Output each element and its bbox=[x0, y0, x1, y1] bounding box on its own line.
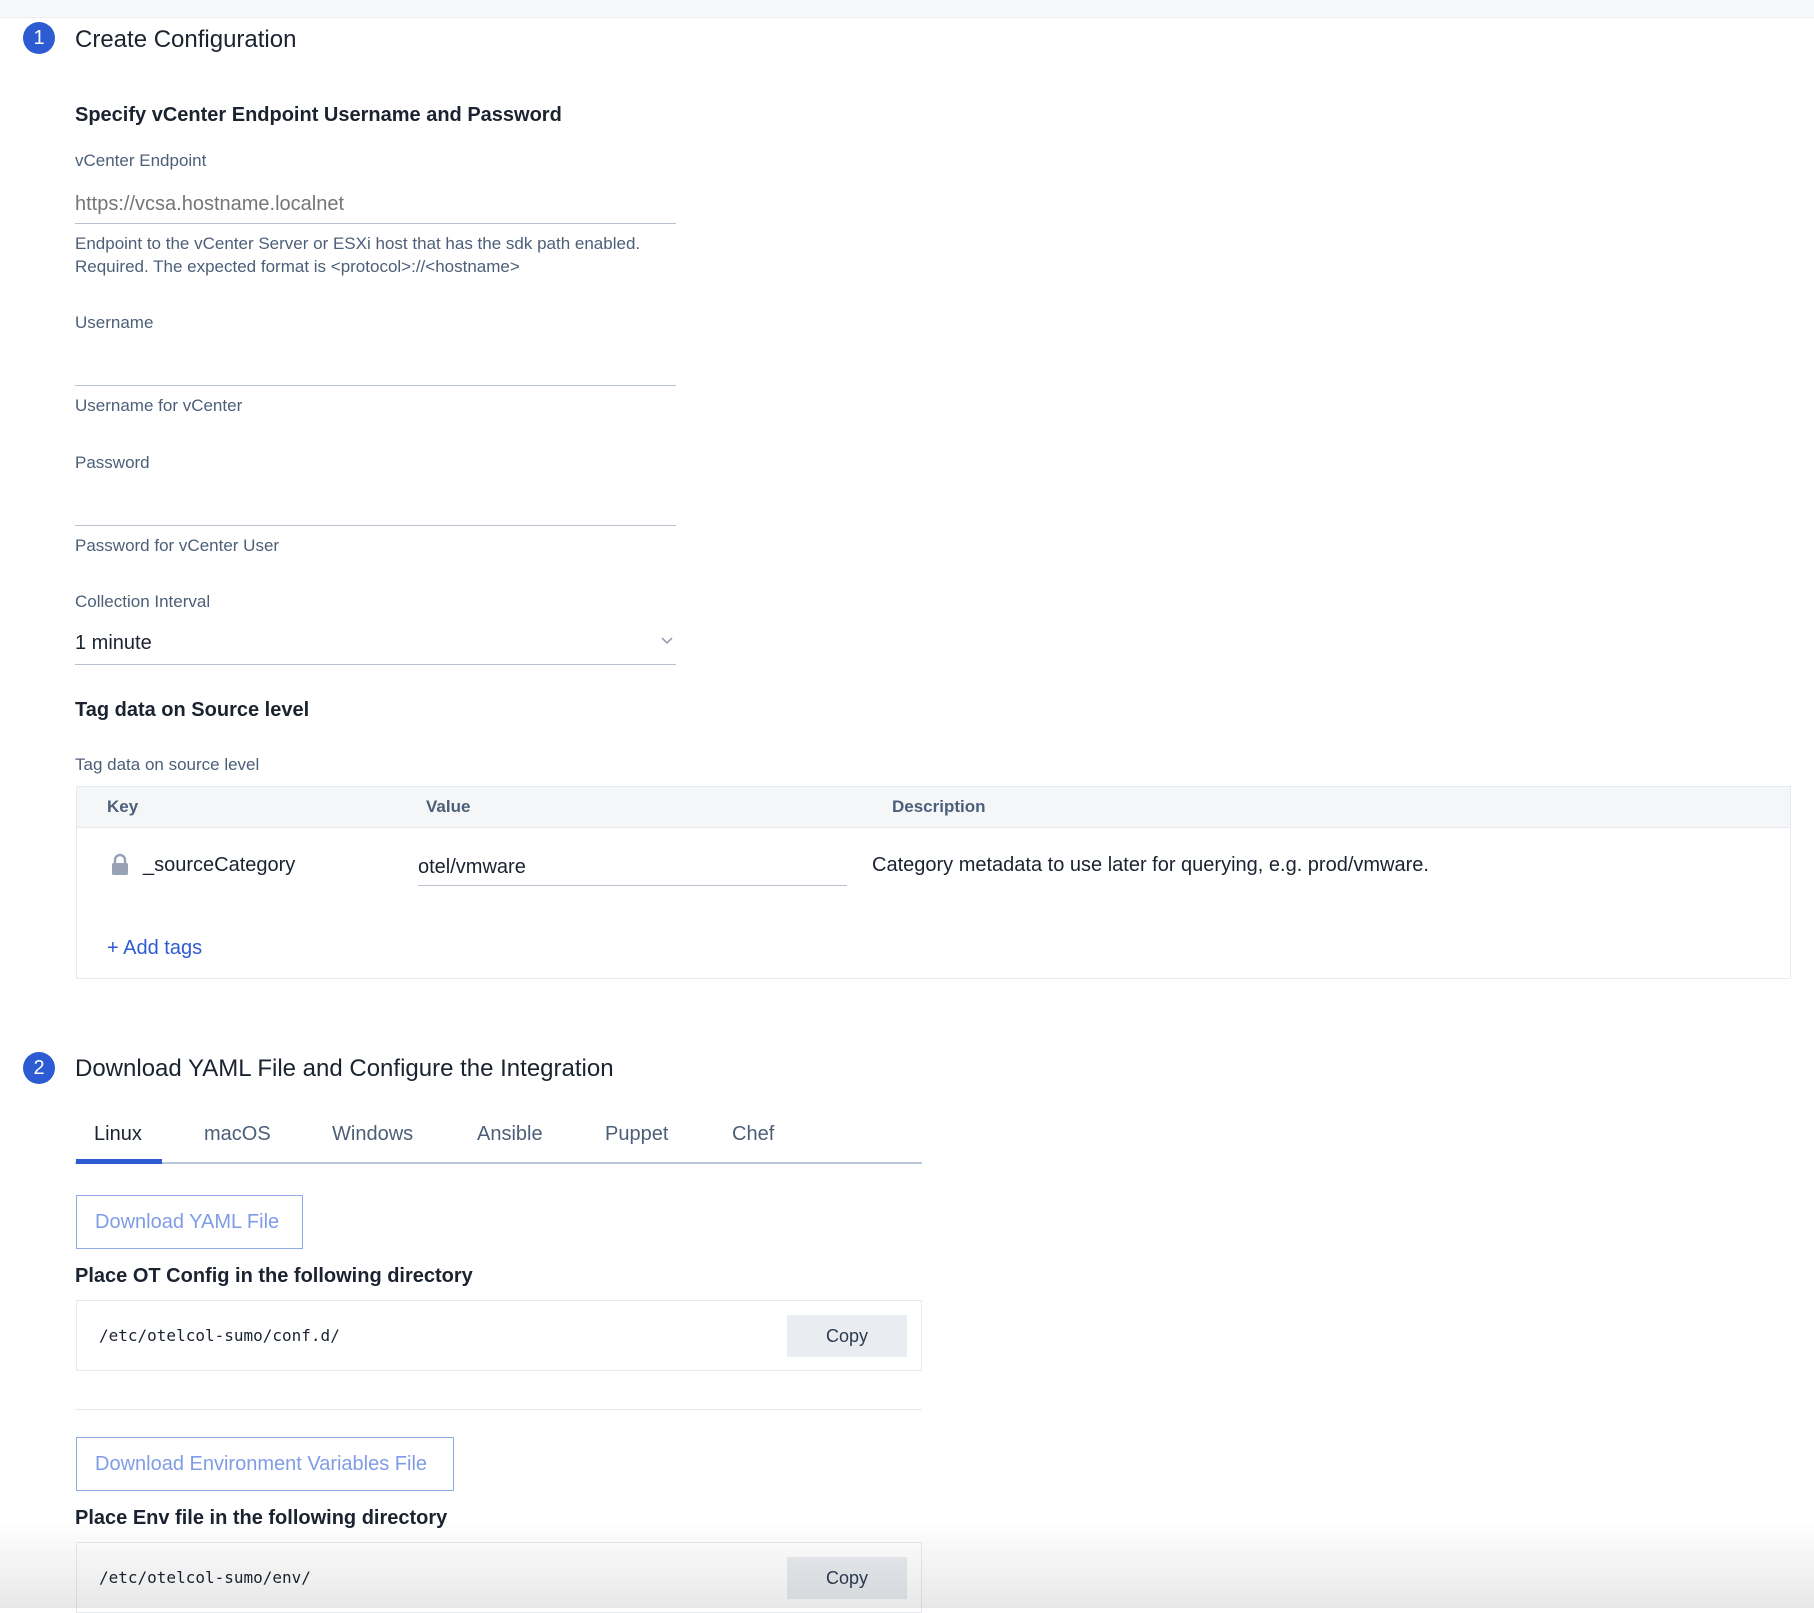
endpoint-underline bbox=[75, 223, 676, 224]
tab-windows[interactable]: Windows bbox=[332, 1123, 413, 1146]
env-directory-heading: Place Env file in the following director… bbox=[75, 1507, 448, 1529]
copy-config-path-button[interactable]: Copy bbox=[787, 1315, 907, 1357]
endpoint-input[interactable] bbox=[75, 188, 676, 220]
column-key: Key bbox=[107, 797, 139, 816]
tag-value-input[interactable] bbox=[418, 850, 847, 886]
env-path-box: /etc/otelcol-sumo/env/ Copy bbox=[76, 1542, 922, 1613]
tags-heading: Tag data on Source level bbox=[75, 699, 310, 721]
password-label: Password bbox=[75, 453, 150, 472]
section-divider bbox=[75, 1409, 922, 1410]
username-underline bbox=[75, 385, 676, 386]
collection-interval-underline bbox=[75, 664, 676, 665]
download-env-button[interactable]: Download Environment Variables File bbox=[76, 1437, 454, 1491]
column-value: Value bbox=[426, 797, 471, 816]
step-1-title: Create Configuration bbox=[75, 26, 297, 53]
step-2-title: Download YAML File and Configure the Int… bbox=[75, 1055, 614, 1082]
endpoint-label: vCenter Endpoint bbox=[75, 151, 207, 170]
download-yaml-button[interactable]: Download YAML File bbox=[76, 1195, 303, 1249]
password-underline bbox=[75, 525, 676, 526]
config-path: /etc/otelcol-sumo/conf.d/ bbox=[99, 1326, 340, 1345]
username-label: Username bbox=[75, 313, 154, 332]
collection-interval-value: 1 minute bbox=[75, 632, 152, 654]
config-directory-heading: Place OT Config in the following directo… bbox=[75, 1265, 473, 1287]
tag-key: _sourceCategory bbox=[143, 854, 296, 876]
collection-interval-select[interactable]: 1 minute bbox=[75, 626, 676, 664]
column-description: Description bbox=[892, 797, 986, 816]
chevron-down-icon bbox=[661, 637, 673, 645]
tags-table-header: Key Value Description bbox=[77, 787, 1790, 828]
endpoint-help-1: Endpoint to the vCenter Server or ESXi h… bbox=[75, 234, 641, 253]
table-row: _sourceCategory Category metadata to use… bbox=[77, 828, 1790, 898]
tab-linux[interactable]: Linux bbox=[94, 1123, 142, 1146]
step-1-badge: 1 bbox=[23, 22, 55, 54]
tag-description: Category metadata to use later for query… bbox=[872, 854, 1429, 876]
password-input[interactable] bbox=[75, 490, 676, 522]
env-path: /etc/otelcol-sumo/env/ bbox=[99, 1568, 311, 1587]
step-2-badge: 2 bbox=[23, 1052, 55, 1084]
tab-macos[interactable]: macOS bbox=[204, 1123, 271, 1146]
lock-icon bbox=[112, 853, 128, 875]
password-help: Password for vCenter User bbox=[75, 536, 280, 555]
add-tags-link[interactable]: + Add tags bbox=[107, 937, 202, 960]
tab-chef[interactable]: Chef bbox=[732, 1123, 774, 1146]
username-input[interactable] bbox=[75, 350, 676, 382]
tabs-divider bbox=[75, 1162, 922, 1164]
collection-interval-label: Collection Interval bbox=[75, 592, 211, 611]
section-title: Specify vCenter Endpoint Username and Pa… bbox=[75, 104, 562, 126]
endpoint-help-2: Required. The expected format is <protoc… bbox=[75, 257, 520, 276]
tags-table: Key Value Description _sourceCategory Ca… bbox=[76, 786, 1791, 979]
config-path-box: /etc/otelcol-sumo/conf.d/ Copy bbox=[76, 1300, 922, 1371]
tab-puppet[interactable]: Puppet bbox=[605, 1123, 668, 1146]
copy-env-path-button[interactable]: Copy bbox=[787, 1557, 907, 1599]
top-bar bbox=[0, 0, 1814, 18]
tab-ansible[interactable]: Ansible bbox=[477, 1123, 543, 1146]
tags-label: Tag data on source level bbox=[75, 755, 260, 774]
username-help: Username for vCenter bbox=[75, 396, 243, 415]
active-tab-indicator bbox=[76, 1159, 162, 1164]
